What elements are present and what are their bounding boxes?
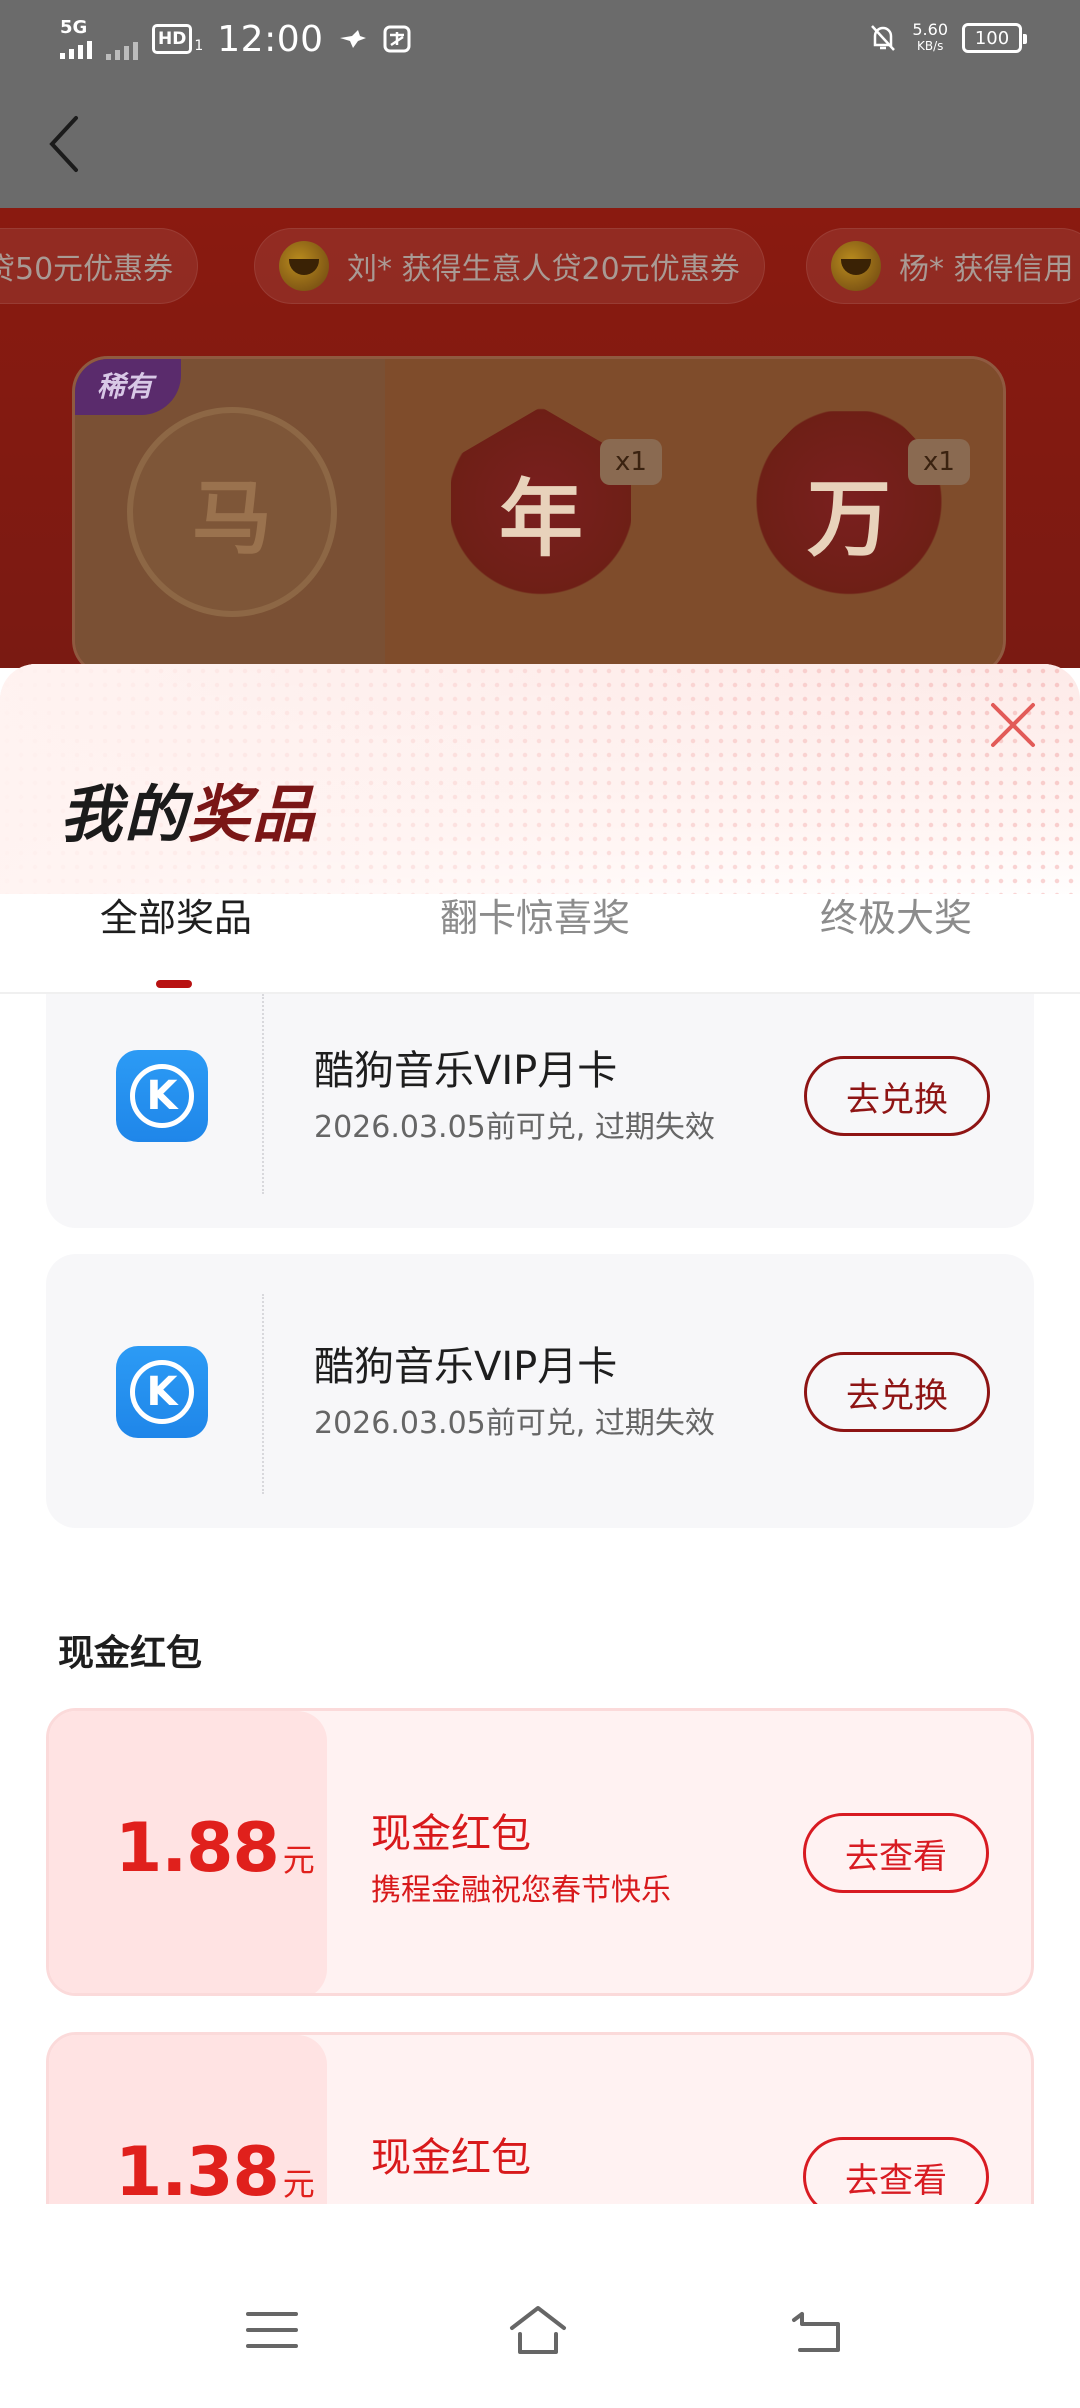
prize-card: K 酷狗音乐VIP月卡 2026.03.05前可兑, 过期失效 去兑换 xyxy=(46,1254,1034,1528)
signal-bars-icon xyxy=(60,37,92,59)
chevron-left-icon xyxy=(49,116,78,172)
view-button[interactable]: 去查看 xyxy=(803,1813,989,1893)
cash-section-title: 现金红包 xyxy=(58,1633,203,1674)
prize-expiry: 2026.03.05前可兑, 过期失效 xyxy=(314,1110,715,1145)
prize-name: 酷狗音乐VIP月卡 xyxy=(314,1048,618,1094)
back-arrow-icon xyxy=(792,2312,840,2352)
cash-amount: 1.88 元 xyxy=(115,1809,315,1888)
menu-button[interactable] xyxy=(242,2300,302,2360)
cash-amount: 1.38 元 xyxy=(115,2133,315,2204)
system-nav-bar xyxy=(0,2204,1080,2408)
card-slot: 万 x1 xyxy=(695,359,1003,673)
close-icon xyxy=(991,703,1035,747)
prize-list[interactable]: K 酷狗音乐VIP月卡 2026.03.05前可兑, 过期失效 去兑换 K 酷狗… xyxy=(0,994,1080,2204)
cash-red-packet-card: 1.88 元 现金红包 携程金融祝您春节快乐 去查看 xyxy=(46,1708,1034,1996)
rare-tag: 稀有 xyxy=(75,359,182,415)
tab-grand-prizes[interactable]: 终极大奖 xyxy=(820,874,972,954)
redeem-button[interactable]: 去兑换 xyxy=(804,1352,990,1432)
home-icon xyxy=(510,2306,566,2354)
ticker-item: 杨* 获得信用 xyxy=(806,228,1080,304)
my-prizes-sheet: 我的奖品 全部奖品 翻卡惊喜奖 终极大奖 K 酷狗音乐VIP月卡 2026.03… xyxy=(0,664,1080,2204)
hd-icon: HD xyxy=(152,24,193,54)
sheet-title: 我的奖品 xyxy=(60,778,317,851)
card-count-badge: x1 xyxy=(908,439,970,485)
home-button[interactable] xyxy=(508,2300,568,2360)
menu-icon xyxy=(246,2312,298,2348)
card-count-badge: x1 xyxy=(600,439,662,485)
winner-ticker: 贷50元优惠券 刘* 获得生意人贷20元优惠券 杨* 获得信用 xyxy=(0,208,1080,306)
cash-desc: 携程金融祝您春节快乐 xyxy=(371,1873,671,1908)
status-bar: 5G HD 1 12:00 5.60 KB/s 100 xyxy=(0,0,1080,80)
back-button[interactable] xyxy=(40,110,92,178)
tab-all-prizes[interactable]: 全部奖品 xyxy=(100,874,252,954)
cash-red-packet-card: 1.38 元 现金红包 去查看 xyxy=(46,2032,1034,2204)
avatar-icon xyxy=(831,241,881,291)
mute-bell-icon xyxy=(868,23,898,53)
kugou-icon: K xyxy=(116,1050,208,1142)
active-tab-indicator xyxy=(156,980,192,988)
view-button[interactable]: 去查看 xyxy=(803,2137,989,2204)
network-speed: 5.60 KB/s xyxy=(912,20,948,54)
clock: 12:00 xyxy=(217,18,324,60)
kugou-icon: K xyxy=(116,1346,208,1438)
cash-name: 现金红包 xyxy=(371,2135,531,2181)
close-button[interactable] xyxy=(988,700,1038,750)
battery-icon: 100 xyxy=(962,23,1027,53)
card-ma: 马 xyxy=(127,407,337,617)
cash-name: 现金红包 xyxy=(371,1811,531,1857)
ticker-item: 贷50元优惠券 xyxy=(0,228,199,304)
signal-5g: 5G xyxy=(60,19,92,59)
back-nav-button[interactable] xyxy=(790,2300,850,2360)
prize-expiry: 2026.03.05前可兑, 过期失效 xyxy=(314,1406,715,1441)
ticker-item: 刘* 获得生意人贷20元优惠券 xyxy=(254,228,765,304)
card-slot: 年 x1 xyxy=(385,359,695,673)
signal-bars-secondary-icon xyxy=(106,38,138,60)
prize-tabs: 全部奖品 翻卡惊喜奖 终极大奖 xyxy=(0,874,1080,954)
tab-flip-card-prizes[interactable]: 翻卡惊喜奖 xyxy=(440,874,630,954)
bird-notification-icon xyxy=(338,24,368,54)
prize-card: K 酷狗音乐VIP月卡 2026.03.05前可兑, 过期失效 去兑换 xyxy=(46,994,1034,1228)
collected-cards: 马 年 x1 万 x1 稀有 xyxy=(72,356,1006,676)
alipay-notification-icon xyxy=(382,24,412,54)
avatar-icon xyxy=(279,241,329,291)
redeem-button[interactable]: 去兑换 xyxy=(804,1056,990,1136)
prize-name: 酷狗音乐VIP月卡 xyxy=(314,1344,618,1390)
